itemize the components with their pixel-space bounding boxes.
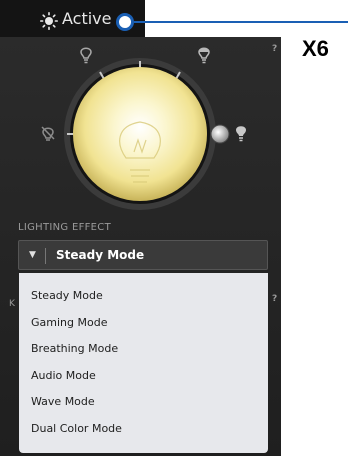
active-toggle[interactable] xyxy=(116,13,134,31)
partial-label: K xyxy=(9,299,15,309)
help-icon[interactable]: ? xyxy=(272,294,277,304)
lighting-effect-dropdown[interactable]: ▼ Steady Mode xyxy=(18,240,268,270)
status-label: Active xyxy=(62,9,112,28)
dial-knob xyxy=(210,124,230,144)
sun-icon xyxy=(40,12,58,30)
help-icon[interactable]: ? xyxy=(272,44,277,54)
callout-line xyxy=(134,21,348,23)
dropdown-divider xyxy=(45,248,46,264)
menu-item-gaming-mode[interactable]: Gaming Mode xyxy=(31,316,107,329)
menu-item-dual-color-mode[interactable]: Dual Color Mode xyxy=(31,422,122,435)
status-tab: Active xyxy=(0,0,145,38)
callout-label: X6 xyxy=(302,36,329,61)
menu-item-breathing-mode[interactable]: Breathing Mode xyxy=(31,342,118,355)
menu-item-wave-mode[interactable]: Wave Mode xyxy=(31,395,95,408)
bulb-half-icon xyxy=(198,47,210,64)
bulb-glow xyxy=(73,67,207,201)
dropdown-selected-value: Steady Mode xyxy=(56,248,145,262)
bulb-off-icon xyxy=(41,126,55,141)
dropdown-arrow-icon: ▼ xyxy=(29,250,36,260)
lighting-effect-label: LIGHTING EFFECT xyxy=(18,222,111,233)
lighting-effect-menu: Steady Mode Gaming Mode Breathing Mode A… xyxy=(19,273,268,453)
menu-item-audio-mode[interactable]: Audio Mode xyxy=(31,369,96,382)
bulb-dim-icon xyxy=(80,47,92,64)
bulb-full-icon xyxy=(236,126,246,142)
menu-item-steady-mode[interactable]: Steady Mode xyxy=(31,289,103,302)
